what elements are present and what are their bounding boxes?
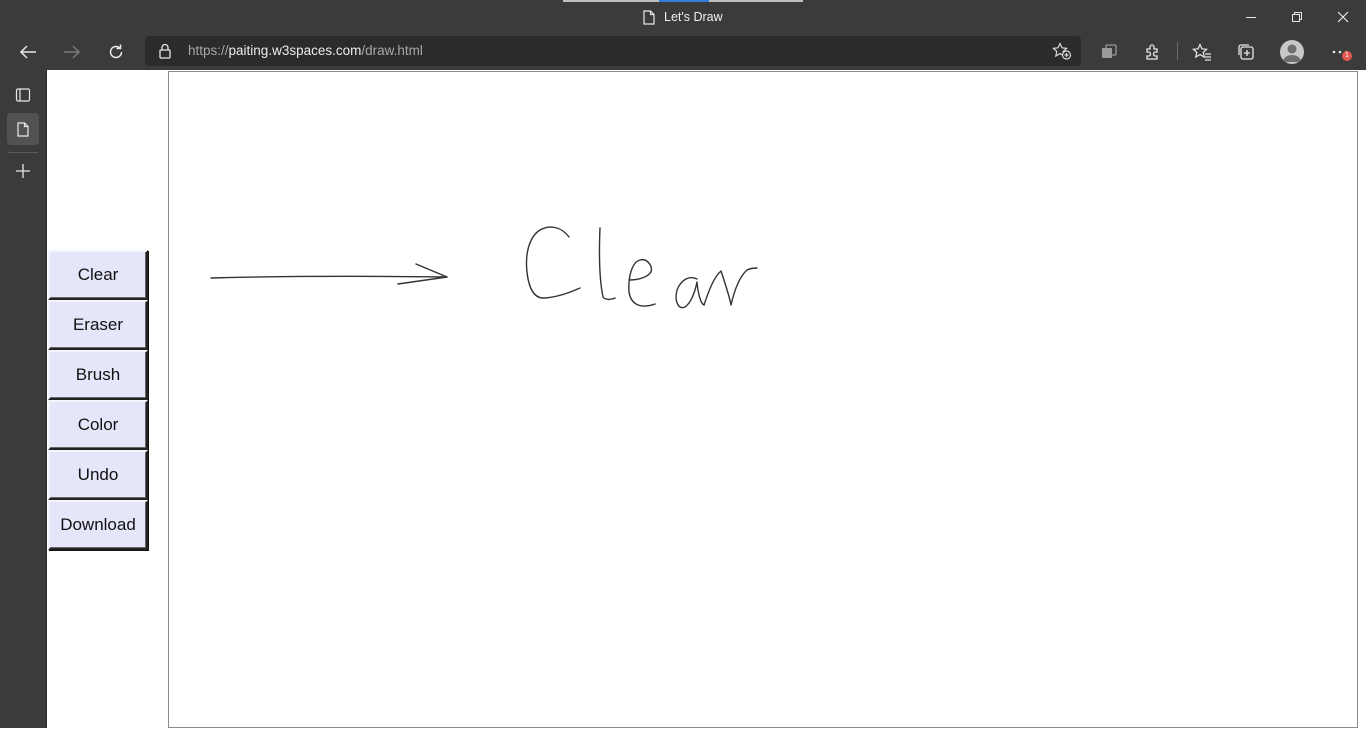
sidebar-separator xyxy=(8,152,38,153)
minimize-button[interactable] xyxy=(1228,0,1274,33)
notification-badge: 1 xyxy=(1342,51,1352,61)
restore-icon xyxy=(1292,11,1302,22)
tab-actions-button[interactable] xyxy=(1231,37,1261,67)
vertical-tabs-icon xyxy=(15,88,31,102)
title-bar: Let's Draw xyxy=(0,0,1366,34)
tool-panel: Clear Eraser Brush Color Undo Download xyxy=(48,250,148,550)
canvas-drawing xyxy=(210,226,758,309)
url-host: paiting.w3spaces.com xyxy=(228,43,362,58)
plus-icon xyxy=(16,164,30,178)
back-button[interactable] xyxy=(12,36,44,68)
close-icon xyxy=(1337,11,1349,22)
collections-button[interactable] xyxy=(1094,37,1124,67)
drawn-letter-l xyxy=(598,227,616,301)
refresh-icon xyxy=(109,44,123,59)
tab-actions-menu-button[interactable] xyxy=(7,79,39,111)
tab-strip-indicator xyxy=(563,0,803,2)
drawn-letter-r xyxy=(703,267,758,306)
clear-button[interactable]: Clear xyxy=(48,250,148,300)
profile-avatar[interactable] xyxy=(1280,40,1304,64)
window-title-text: Let's Draw xyxy=(664,10,723,24)
drawn-letter-a xyxy=(675,276,705,309)
url-protocol: https:// xyxy=(188,43,229,58)
drawing-canvas[interactable] xyxy=(168,71,1358,728)
drawn-letter-e xyxy=(628,259,656,307)
extensions-icon xyxy=(1146,44,1158,60)
favorites-button[interactable] xyxy=(1187,37,1217,67)
undo-button[interactable]: Undo xyxy=(48,450,148,500)
profile-icon xyxy=(1283,44,1301,62)
lock-icon[interactable] xyxy=(159,43,171,59)
eraser-button[interactable]: Eraser xyxy=(48,300,148,350)
active-tab-indicator xyxy=(659,0,709,2)
close-button[interactable] xyxy=(1320,0,1366,33)
extensions-button[interactable] xyxy=(1138,37,1168,67)
forward-arrow-icon xyxy=(64,45,81,59)
page-icon xyxy=(643,9,655,25)
restore-button[interactable] xyxy=(1274,0,1320,33)
new-tab-button[interactable] xyxy=(7,155,39,187)
favorites-icon xyxy=(1192,43,1211,61)
drawn-arrow-head xyxy=(397,263,448,285)
window-title: Let's Draw xyxy=(643,9,723,25)
download-button[interactable]: Download xyxy=(48,500,148,550)
back-arrow-icon xyxy=(19,45,36,59)
vertical-tabs-sidebar xyxy=(0,70,47,728)
forward-button[interactable] xyxy=(56,36,88,68)
address-bar[interactable]: https://paiting.w3spaces.com/draw.html xyxy=(145,36,1081,66)
add-favorite-icon[interactable] xyxy=(1052,42,1072,60)
brush-button[interactable]: Brush xyxy=(48,350,148,400)
drawn-arrow-shaft xyxy=(210,275,448,279)
tab-actions-icon xyxy=(1238,44,1254,60)
browser-toolbar: https://paiting.w3spaces.com/draw.html 1 xyxy=(0,34,1366,70)
minimize-icon xyxy=(1246,16,1256,18)
refresh-button[interactable] xyxy=(100,36,132,68)
collections-icon xyxy=(1102,44,1117,58)
url-path: /draw.html xyxy=(361,43,423,58)
drawn-letter-c xyxy=(525,226,581,299)
sidebar-tab-lets-draw[interactable] xyxy=(7,113,39,145)
url-text[interactable]: https://paiting.w3spaces.com/draw.html xyxy=(188,43,423,58)
toolbar-separator xyxy=(1177,42,1178,60)
page-content: Clear Eraser Brush Color Undo Download xyxy=(48,70,1366,728)
color-button[interactable]: Color xyxy=(48,400,148,450)
page-icon xyxy=(17,121,29,137)
